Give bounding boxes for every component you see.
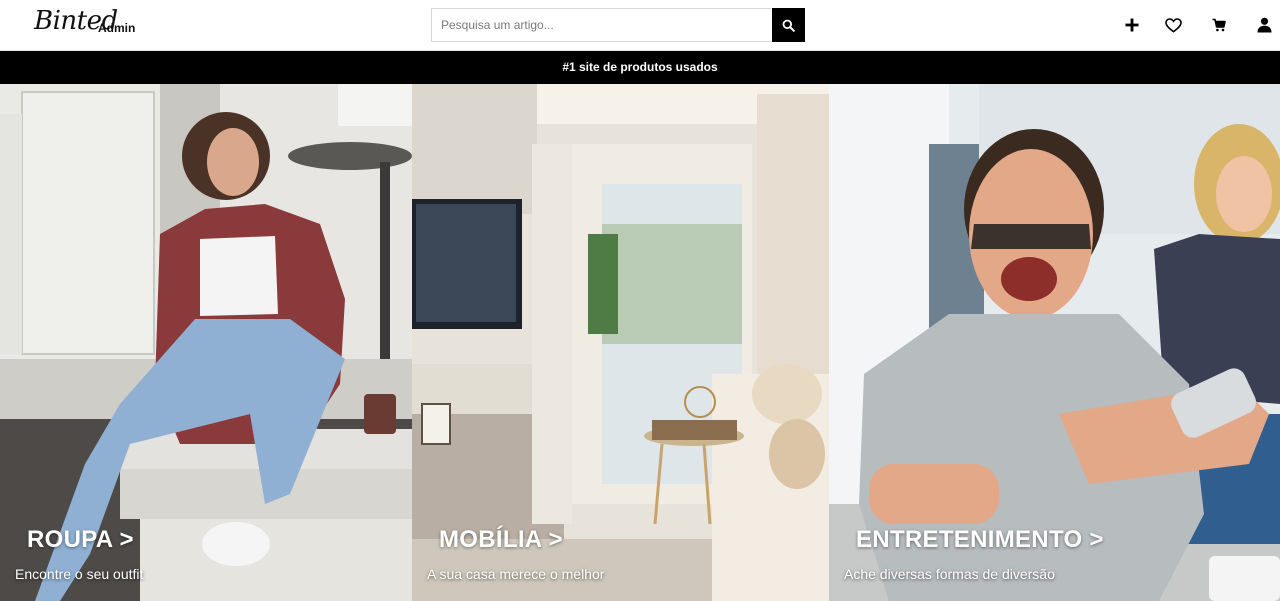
category-subtitle: Ache diversas formas de diversão: [844, 566, 1055, 582]
category-card-mobilia[interactable]: MOBÍLIA > A sua casa merece o melhor: [412, 84, 829, 601]
category-card-roupa[interactable]: ROUPA > Encontre o seu outfit: [0, 84, 412, 601]
cart-button[interactable]: [1208, 14, 1230, 36]
category-title[interactable]: MOBÍLIA >: [439, 526, 563, 554]
promo-banner: #1 site de produtos usados: [0, 51, 1280, 84]
user-icon: [1257, 17, 1271, 33]
search-icon: [782, 19, 795, 32]
top-header: Binted Admin: [0, 0, 1280, 51]
admin-label[interactable]: Admin: [98, 21, 135, 35]
plus-icon: [1125, 18, 1139, 32]
heart-icon: [1164, 17, 1182, 33]
category-image-entretenimento: [829, 84, 1280, 601]
category-subtitle: Encontre o seu outfit: [15, 566, 144, 582]
category-card-entretenimento[interactable]: ENTRETENIMENTO > Ache diversas formas de…: [829, 84, 1280, 601]
add-item-button[interactable]: [1121, 14, 1143, 36]
category-title[interactable]: ROUPA >: [27, 526, 134, 554]
search-bar: [431, 8, 805, 42]
category-title[interactable]: ENTRETENIMENTO >: [856, 526, 1104, 554]
search-button[interactable]: [772, 8, 805, 42]
favorites-button[interactable]: [1162, 14, 1184, 36]
cart-icon: [1212, 18, 1226, 32]
category-image-mobilia: [412, 84, 829, 601]
category-image-roupa: [0, 84, 412, 601]
search-input[interactable]: [431, 8, 771, 42]
category-subtitle: A sua casa merece o melhor: [427, 566, 605, 582]
category-grid: ROUPA > Encontre o seu outfit MOBÍLIA > …: [0, 84, 1280, 601]
account-button[interactable]: [1253, 14, 1275, 36]
